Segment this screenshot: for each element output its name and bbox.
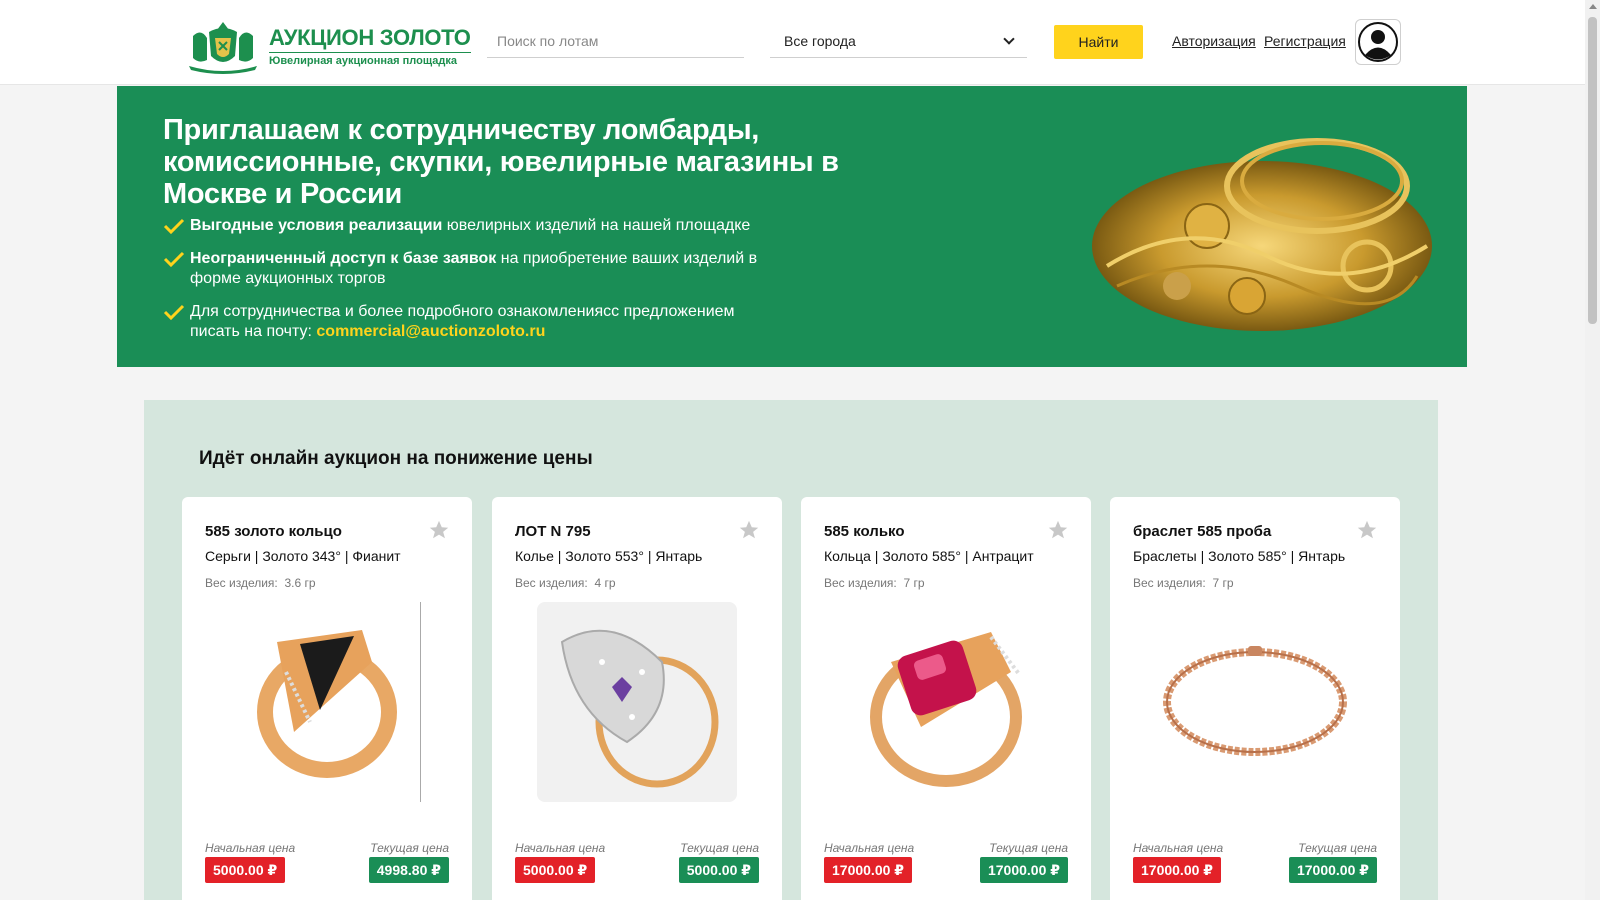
favorite-star-icon[interactable] — [428, 519, 450, 541]
lot-weight: Вес изделия: 4 гр — [515, 576, 616, 590]
coat-of-arms-icon — [189, 22, 257, 74]
bullet-text: ювелирных изделий на нашей площадке — [442, 217, 751, 234]
lot-weight: Вес изделия: 7 гр — [1133, 576, 1234, 590]
current-price: 17000.00 ₽ — [1288, 857, 1377, 883]
logo-title: АУКЦИОН ЗОЛОТО — [269, 25, 471, 50]
vertical-scrollbar[interactable] — [1585, 0, 1600, 900]
lot-card[interactable]: браслет 585 проба Браслеты | Золото 585°… — [1110, 497, 1400, 900]
lot-image-bracelet — [1163, 646, 1347, 756]
lot-title: браслет 585 проба — [1133, 523, 1272, 540]
current-price: 5000.00 ₽ — [678, 857, 759, 883]
lot-weight: Вес изделия: 3.6 гр — [205, 576, 316, 590]
lot-image-ring — [870, 632, 1022, 787]
lot-title: 585 золото кольцо — [205, 523, 342, 540]
check-icon — [163, 251, 185, 267]
banner-bullet: Для сотрудничества и более подробного оз… — [163, 302, 783, 342]
banner-bullet: Неограниченный доступ к базе заявок на п… — [163, 249, 783, 289]
current-price-label: Текущая цена — [989, 841, 1068, 855]
current-price-label: Текущая цена — [680, 841, 759, 855]
search-input[interactable] — [487, 24, 744, 58]
site-logo[interactable]: АУКЦИОН ЗОЛОТО Ювелирная аукционная площ… — [183, 18, 471, 74]
site-header: АУКЦИОН ЗОЛОТО Ювелирная аукционная площ… — [0, 0, 1585, 85]
register-link[interactable]: Регистрация — [1264, 33, 1346, 49]
bullet-bold: Неограниченный доступ к базе заявок — [190, 250, 497, 267]
lot-properties: Кольца | Золото 585° | Антрацит — [824, 548, 1034, 564]
start-price: 5000.00 ₽ — [205, 857, 286, 883]
user-icon — [1358, 22, 1398, 62]
email-link[interactable]: commercial@auctionzoloto.ru — [316, 323, 545, 340]
avatar[interactable] — [1355, 19, 1401, 65]
bullet-bold: Выгодные условия реализации — [190, 217, 443, 234]
check-icon — [163, 218, 185, 234]
scroll-up-arrow-icon[interactable] — [1589, 4, 1597, 9]
logo-subtitle: Ювелирная аукционная площадка — [269, 52, 471, 67]
favorite-star-icon[interactable] — [1356, 519, 1378, 541]
gold-jewelry-image — [1092, 138, 1432, 331]
lot-card[interactable]: 585 золото кольцо Серьги | Золото 343° |… — [182, 497, 472, 900]
lot-card[interactable]: 585 колько Кольца | Золото 585° | Антрац… — [801, 497, 1091, 900]
find-button[interactable]: Найти — [1054, 25, 1143, 59]
auction-section: Идёт онлайн аукцион на понижение цены 58… — [144, 400, 1438, 900]
lot-properties: Серьги | Золото 343° | Фианит — [205, 548, 401, 564]
chevron-down-icon — [1003, 32, 1015, 45]
current-price: 4998.80 ₽ — [368, 857, 449, 883]
lot-properties: Браслеты | Золото 585° | Янтарь — [1133, 548, 1346, 564]
current-price-label: Текущая цена — [1298, 841, 1377, 855]
start-price-label: Начальная цена — [1133, 841, 1224, 855]
promo-banner: Приглашаем к сотрудничеству ломбарды, ко… — [117, 86, 1467, 367]
lot-title: ЛОТ N 795 — [515, 523, 591, 540]
start-price: 5000.00 ₽ — [515, 857, 596, 883]
start-price-label: Начальная цена — [824, 841, 915, 855]
login-link[interactable]: Авторизация — [1172, 33, 1256, 49]
page: АУКЦИОН ЗОЛОТО Ювелирная аукционная площ… — [0, 0, 1600, 900]
check-icon — [163, 304, 185, 320]
favorite-star-icon[interactable] — [1047, 519, 1069, 541]
start-price: 17000.00 ₽ — [824, 857, 913, 883]
lot-title: 585 колько — [824, 523, 905, 540]
scrollbar-thumb[interactable] — [1588, 17, 1597, 324]
banner-title: Приглашаем к сотрудничеству ломбарды, ко… — [163, 114, 839, 210]
lot-properties: Колье | Золото 553° | Янтарь — [515, 548, 703, 564]
current-price-label: Текущая цена — [370, 841, 449, 855]
favorite-star-icon[interactable] — [738, 519, 760, 541]
city-select[interactable]: Все города — [770, 24, 1027, 58]
lot-card[interactable]: ЛОТ N 795 Колье | Золото 553° | Янтарь В… — [492, 497, 782, 900]
city-select-value: Все города — [784, 32, 856, 49]
lot-image-ring — [537, 602, 737, 802]
start-price-label: Начальная цена — [205, 841, 296, 855]
banner-bullet: Выгодные условия реализации ювелирных из… — [163, 216, 783, 236]
section-title: Идёт онлайн аукцион на понижение цены — [199, 448, 593, 469]
banner-bullets: Выгодные условия реализации ювелирных из… — [163, 216, 783, 355]
lot-weight: Вес изделия: 7 гр — [824, 576, 925, 590]
start-price: 17000.00 ₽ — [1133, 857, 1222, 883]
lot-image-ring — [257, 602, 421, 802]
start-price-label: Начальная цена — [515, 841, 606, 855]
current-price: 17000.00 ₽ — [979, 857, 1068, 883]
